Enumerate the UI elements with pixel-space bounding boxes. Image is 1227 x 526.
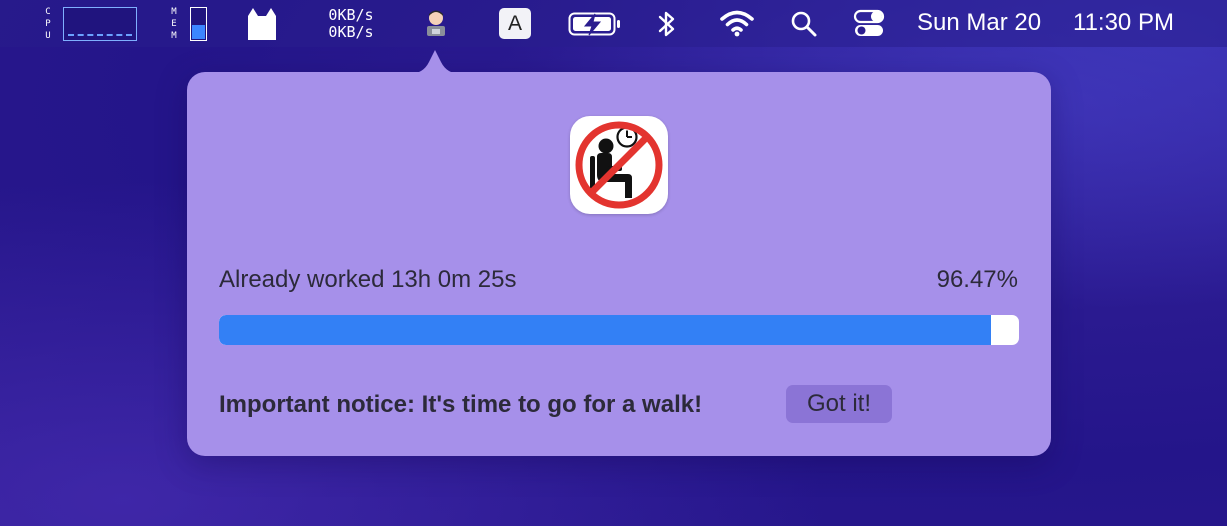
- bluetooth-icon[interactable]: [655, 9, 679, 39]
- work-progress-bar: [219, 315, 1019, 345]
- mem-label: MEM: [169, 6, 179, 42]
- cpu-label-text: CPU: [45, 7, 51, 41]
- walk-notice: Important notice: It's time to go for a …: [219, 391, 703, 418]
- worker-app-icon[interactable]: [420, 7, 452, 39]
- wifi-icon[interactable]: [720, 9, 754, 37]
- memory-bar-icon[interactable]: [190, 7, 207, 41]
- keyboard-input-icon[interactable]: A: [499, 8, 531, 39]
- mem-label-text: MEM: [171, 7, 177, 41]
- control-center-icon[interactable]: [853, 9, 885, 39]
- cpu-label: CPU: [43, 6, 53, 42]
- no-sitting-icon: [570, 116, 668, 214]
- worked-time-label: Already worked 13h 0m 25s: [219, 266, 517, 293]
- menu-time[interactable]: 11:30 PM: [1073, 9, 1174, 37]
- network-speed[interactable]: 0KB/s 0KB/s: [318, 7, 384, 41]
- memory-bar-fill: [192, 25, 205, 39]
- work-progress-fill: [219, 315, 991, 345]
- got-it-button[interactable]: Got it!: [786, 385, 892, 423]
- cpu-graph-baseline: [68, 34, 132, 36]
- cpu-graph-icon[interactable]: [63, 7, 137, 41]
- menu-bar: CPU MEM 0KB/s 0KB/s A Sun Mar 20 11:30 P…: [0, 0, 1227, 47]
- popover-arrow: [409, 50, 461, 74]
- battery-charging-icon[interactable]: [568, 11, 622, 37]
- menu-date[interactable]: Sun Mar 20: [917, 9, 1041, 37]
- break-reminder-popover: Already worked 13h 0m 25s 96.47% Importa…: [187, 50, 1051, 456]
- search-icon[interactable]: [790, 10, 818, 38]
- net-download: 0KB/s: [328, 23, 374, 41]
- cat-icon[interactable]: [244, 6, 280, 42]
- net-upload: 0KB/s: [328, 6, 374, 24]
- progress-percent: 96.47%: [936, 266, 1018, 293]
